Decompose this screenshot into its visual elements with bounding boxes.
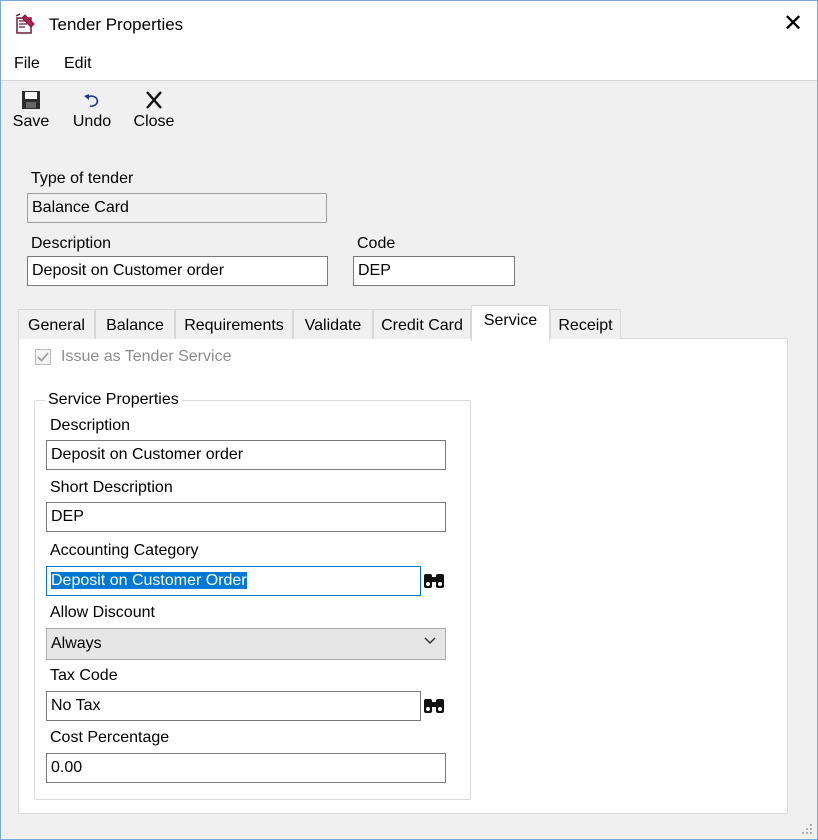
resize-grip-icon[interactable] — [801, 823, 813, 835]
tender-properties-window: Tender Properties ✕ File Edit Save Undo — [0, 0, 818, 840]
close-button[interactable]: Close — [131, 87, 177, 131]
tab-balance[interactable]: Balance — [95, 309, 175, 339]
title-bar: Tender Properties ✕ — [1, 1, 817, 47]
tax-code-label: Tax Code — [50, 667, 118, 684]
allow-discount-select[interactable]: Always — [46, 628, 446, 660]
tab-general[interactable]: General — [18, 309, 95, 339]
binoculars-icon[interactable] — [422, 568, 446, 592]
allow-discount-value: Always — [51, 635, 102, 652]
tender-app-icon — [15, 13, 35, 34]
allow-discount-label: Allow Discount — [50, 604, 155, 621]
menu-file[interactable]: File — [14, 55, 40, 73]
undo-button[interactable]: Undo — [69, 87, 115, 131]
window-title: Tender Properties — [49, 15, 184, 34]
checkmark-icon — [37, 352, 49, 362]
toolbar: Save Undo Close — [1, 81, 817, 141]
save-icon — [22, 91, 40, 109]
description-label: Description — [31, 235, 112, 252]
tab-credit-card[interactable]: Credit Card — [373, 309, 471, 339]
tax-code-field[interactable]: No Tax — [46, 691, 421, 721]
accounting-category-field[interactable]: Deposit on Customer Order — [46, 566, 421, 596]
type-of-tender-field: Balance Card — [27, 193, 327, 223]
accounting-category-label: Accounting Category — [50, 542, 199, 559]
cost-percentage-field[interactable]: 0.00 — [46, 753, 446, 783]
service-properties-title: Service Properties — [45, 391, 182, 409]
issue-as-tender-service-label: Issue as Tender Service — [61, 348, 232, 365]
code-label: Code — [357, 235, 396, 252]
binoculars-icon[interactable] — [422, 693, 446, 717]
code-field[interactable]: DEP — [353, 256, 515, 286]
save-button[interactable]: Save — [11, 87, 51, 131]
undo-label: Undo — [72, 113, 112, 130]
window-close-icon[interactable]: ✕ — [779, 11, 807, 39]
undo-icon — [84, 94, 99, 107]
short-description-label: Short Description — [50, 479, 173, 496]
issue-as-tender-service-checkbox[interactable] — [35, 349, 51, 365]
menu-edit[interactable]: Edit — [64, 55, 92, 73]
service-description-label: Description — [50, 417, 131, 434]
tab-requirements[interactable]: Requirements — [175, 309, 293, 339]
tab-validate[interactable]: Validate — [293, 309, 373, 339]
close-icon — [146, 91, 162, 109]
tab-receipt[interactable]: Receipt — [550, 309, 621, 339]
save-label: Save — [12, 113, 50, 130]
short-description-field[interactable]: DEP — [46, 502, 446, 532]
description-field[interactable]: Deposit on Customer order — [27, 256, 328, 286]
cost-percentage-label: Cost Percentage — [50, 729, 170, 746]
accounting-category-selected-text: Deposit on Customer Order — [51, 572, 247, 589]
menu-bar: File Edit — [1, 47, 817, 81]
chevron-down-icon — [423, 634, 437, 651]
type-of-tender-label: Type of tender — [31, 170, 134, 187]
tab-service[interactable]: Service — [471, 305, 550, 341]
service-description-field[interactable]: Deposit on Customer order — [46, 440, 446, 470]
close-label: Close — [133, 113, 175, 130]
